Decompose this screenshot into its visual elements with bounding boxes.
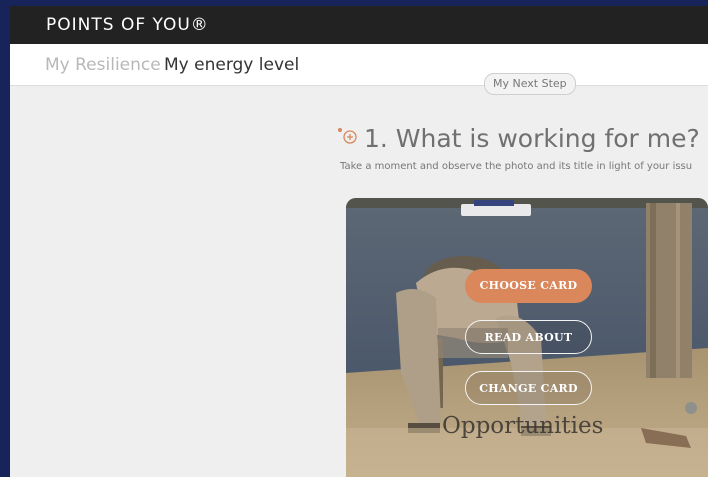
card-title: Opportunities: [442, 413, 604, 439]
read-about-button[interactable]: READ ABOUT: [465, 320, 592, 354]
my-next-step-button[interactable]: My Next Step: [484, 73, 576, 95]
breadcrumb-current: My energy level: [164, 55, 300, 75]
step-description: Take a moment and observe the photo and …: [340, 161, 693, 172]
step-title: 1. What is working for me?: [364, 124, 700, 153]
change-card-button[interactable]: CHANGE CARD: [465, 371, 592, 405]
app-window: POINTS OF YOU® My Resilience My energy l…: [10, 6, 708, 477]
choose-card-button[interactable]: CHOOSE CARD: [465, 269, 592, 303]
add-circle-icon: [338, 128, 357, 144]
top-bar: POINTS OF YOU®: [10, 6, 708, 44]
breadcrumb: My Resilience My energy level: [10, 44, 708, 86]
breadcrumb-parent[interactable]: My Resilience: [45, 55, 161, 75]
brand-logo[interactable]: POINTS OF YOU®: [46, 15, 209, 35]
